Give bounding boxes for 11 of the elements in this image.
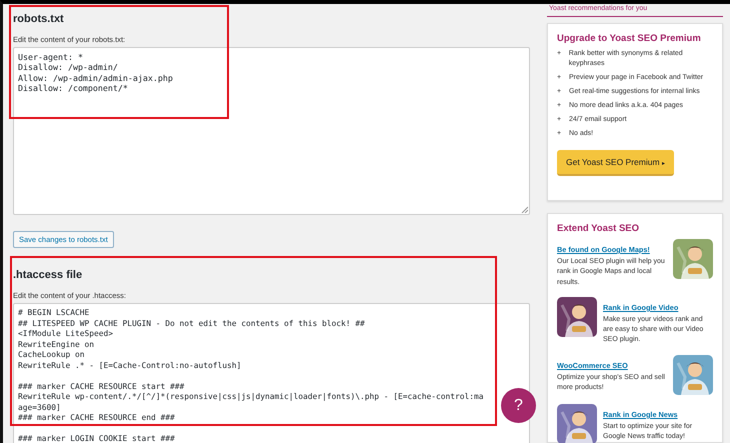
robots-txt-field[interactable]: User-agent: * Disallow: /wp-admin/ Allow: /wp-admin/admin-ajax.php Disallow: /component/* <box>13 47 530 215</box>
code-line: Allow: /wp-admin/admin-ajax.php <box>18 72 174 84</box>
section-title: robots.txt <box>13 13 65 25</box>
card-title: Upgrade to Yoast SEO Premium <box>557 33 702 44</box>
code-line: Disallow: /wp-admin/ <box>18 62 119 73</box>
htaccess-field[interactable] <box>13 303 530 443</box>
code-line: Disallow: /component/* <box>18 83 129 94</box>
resize-grip-icon[interactable] <box>521 206 528 213</box>
section-title: .htaccess file <box>13 269 84 281</box>
code-line: User-agent: * <box>18 52 84 62</box>
card-title: Extend Yoast SEO <box>557 223 640 234</box>
